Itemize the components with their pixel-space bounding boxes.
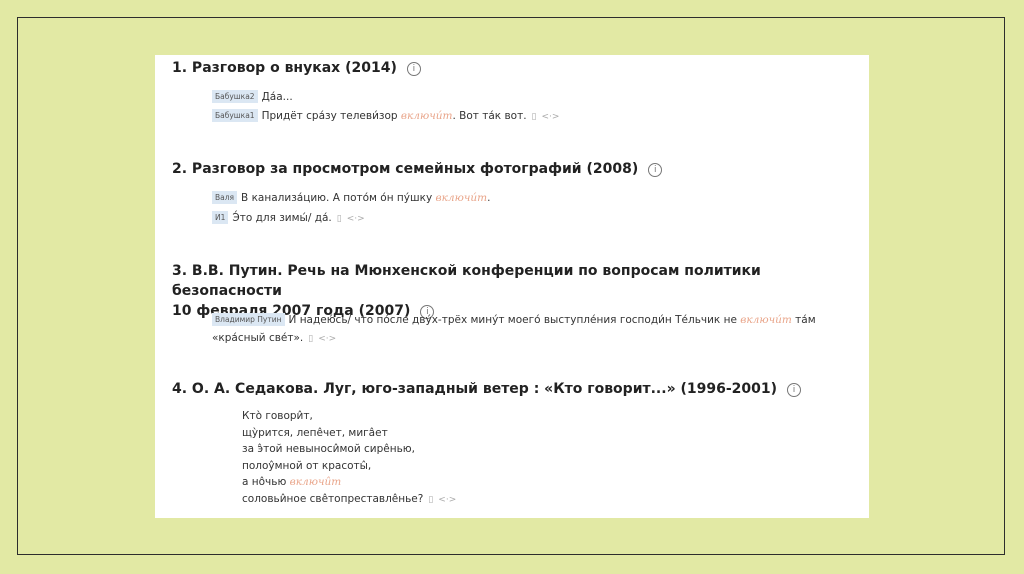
example-line: Владимир Путин И надею́сь/ что по́сле дву… — [212, 311, 816, 329]
poem-excerpt: Кто̀ говори̂т, щу̀рится, лепе̂чет, мига̂… — [242, 408, 456, 508]
result-title-4[interactable]: 4. О. А. Седакова. Луг, юго-западный вет… — [172, 379, 802, 399]
speaker-badge[interactable]: И1 — [212, 211, 229, 224]
keyword-highlight: включи̂т — [289, 476, 342, 488]
poem-line: за э̂той невыноси̂мой сире̂нью, — [242, 443, 415, 455]
example-line: «кра́сный све́т». ▯ <·> — [212, 332, 337, 344]
expand-context-icon[interactable]: <·> — [318, 334, 336, 344]
copy-icon[interactable]: ▯ — [337, 214, 342, 224]
copy-icon[interactable]: ▯ — [532, 112, 537, 122]
info-icon[interactable]: i — [648, 163, 663, 177]
speaker-badge[interactable]: Бабушка1 — [212, 109, 258, 122]
example-line: Бабушка2 Да́а... — [212, 88, 293, 106]
example-line: Бабушка1 Придёт сра́зу телеви́зор включи́… — [212, 107, 559, 126]
copy-icon[interactable]: ▯ — [308, 334, 313, 344]
speaker-badge[interactable]: Бабушка2 — [212, 90, 258, 103]
poem-line: Кто̀ говори̂т, — [242, 410, 313, 422]
poem-line: полоу̂мной от красоты̂, — [242, 459, 372, 472]
keyword-highlight: включи́т — [740, 314, 792, 326]
poem-line: щу̀рится, лепе̂чет, мига̂ет — [242, 426, 388, 439]
expand-context-icon[interactable]: <·> — [438, 495, 456, 505]
corpus-results-sheet: 1. Разговор о внуках (2014) i Бабушка2 Да́… — [155, 55, 869, 518]
result-title-1[interactable]: 1. Разговор о внуках (2014) i — [172, 58, 421, 78]
example-line: И1 Э́то для зимы́/ да́. ▯ <·> — [212, 209, 365, 228]
speaker-badge[interactable]: Владимир Путин — [212, 313, 285, 326]
speaker-badge[interactable]: Валя — [212, 191, 238, 204]
info-icon[interactable]: i — [406, 62, 421, 76]
poem-line: а но̂чью включи̂т — [242, 476, 342, 488]
expand-context-icon[interactable]: <·> — [347, 214, 365, 224]
keyword-highlight: включи́т — [400, 110, 453, 122]
poem-line: соловьи̂ное све̂топреставле̂нье? ▯ <·> — [242, 492, 457, 505]
expand-context-icon[interactable]: <·> — [542, 112, 560, 122]
info-icon[interactable]: i — [787, 383, 802, 397]
result-title-2[interactable]: 2. Разговор за просмотром семейных фотог… — [172, 159, 663, 179]
keyword-highlight: включи́т — [435, 192, 488, 204]
copy-icon[interactable]: ▯ — [428, 495, 433, 505]
example-line: Валя В канализа́цию. А пото́м о́н пу́шку … — [212, 189, 490, 207]
